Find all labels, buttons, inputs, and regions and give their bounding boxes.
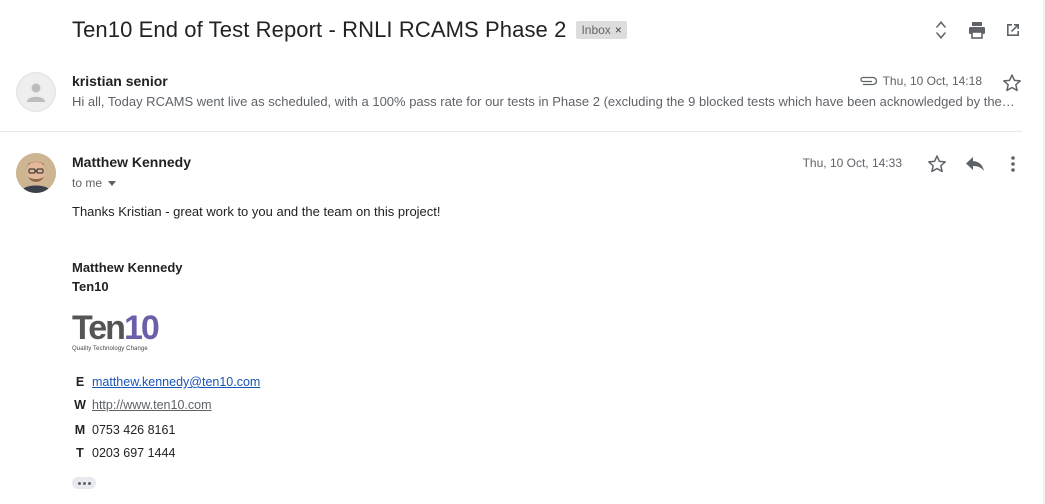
contact-telephone: T 0203 697 1444 <box>74 446 175 460</box>
signature-company: Ten10 <box>72 279 109 294</box>
star-icon[interactable] <box>927 152 947 176</box>
avatar <box>16 153 56 193</box>
contact-key: M <box>74 423 86 437</box>
message-actions <box>927 152 1023 176</box>
subject-row: Ten10 End of Test Report - RNLI RCAMS Ph… <box>72 14 627 46</box>
message-date: Thu, 10 Oct, 14:18 <box>882 74 982 88</box>
logo-text-ten: Ten <box>72 309 126 347</box>
sender-name: Matthew Kennedy <box>72 154 192 170</box>
person-icon <box>27 83 45 102</box>
attachment-icon <box>859 76 877 86</box>
message-meta: Thu, 10 Oct, 14:18 <box>859 74 982 88</box>
show-trimmed-content-button[interactable] <box>72 477 96 489</box>
inbox-label-chip[interactable]: Inbox × <box>576 21 627 39</box>
logo-text-10: 10 <box>123 309 160 347</box>
contact-key: W <box>74 398 86 412</box>
star-icon[interactable] <box>1002 71 1022 95</box>
ten10-logo: Ten10 Quality Technology Change <box>72 311 182 357</box>
message-snippet: Hi all, Today RCAMS went live as schedul… <box>72 94 1018 109</box>
reply-icon[interactable] <box>965 152 985 176</box>
website-link[interactable]: http://www.ten10.com <box>92 398 212 412</box>
recipient-text: to me <box>72 176 103 190</box>
recipient-details-toggle[interactable]: to me <box>72 176 117 190</box>
remove-label-icon[interactable]: × <box>615 23 622 37</box>
collapsed-message[interactable]: kristian senior Thu, 10 Oct, 14:18 Hi al… <box>0 60 1022 132</box>
signature-name: Matthew Kennedy <box>72 260 183 275</box>
thread-subject: Ten10 End of Test Report - RNLI RCAMS Ph… <box>72 17 567 42</box>
contact-website: W http://www.ten10.com <box>74 398 212 412</box>
message-body: Thanks Kristian - great work to you and … <box>72 204 441 219</box>
open-new-window-icon[interactable] <box>1003 18 1023 42</box>
mobile-number: 0753 426 8161 <box>92 423 176 437</box>
label-text: Inbox <box>581 23 611 37</box>
message-date: Thu, 10 Oct, 14:33 <box>802 156 902 170</box>
print-icon[interactable] <box>967 18 987 42</box>
sender-name: kristian senior <box>72 73 168 89</box>
thread-toolbar <box>931 18 1023 42</box>
logo-tagline: Quality Technology Change <box>72 346 148 352</box>
telephone-number: 0203 697 1444 <box>92 446 176 460</box>
contact-key: T <box>76 446 84 460</box>
contact-key: E <box>75 375 85 389</box>
contact-email: E matthew.kennedy@ten10.com <box>74 375 261 389</box>
contact-mobile: M 0753 426 8161 <box>74 423 176 437</box>
email-link[interactable]: matthew.kennedy@ten10.com <box>92 375 260 389</box>
chevron-down-icon <box>108 180 117 186</box>
avatar <box>16 72 56 112</box>
expand-all-icon[interactable] <box>931 18 951 42</box>
more-options-icon[interactable] <box>1003 152 1023 176</box>
